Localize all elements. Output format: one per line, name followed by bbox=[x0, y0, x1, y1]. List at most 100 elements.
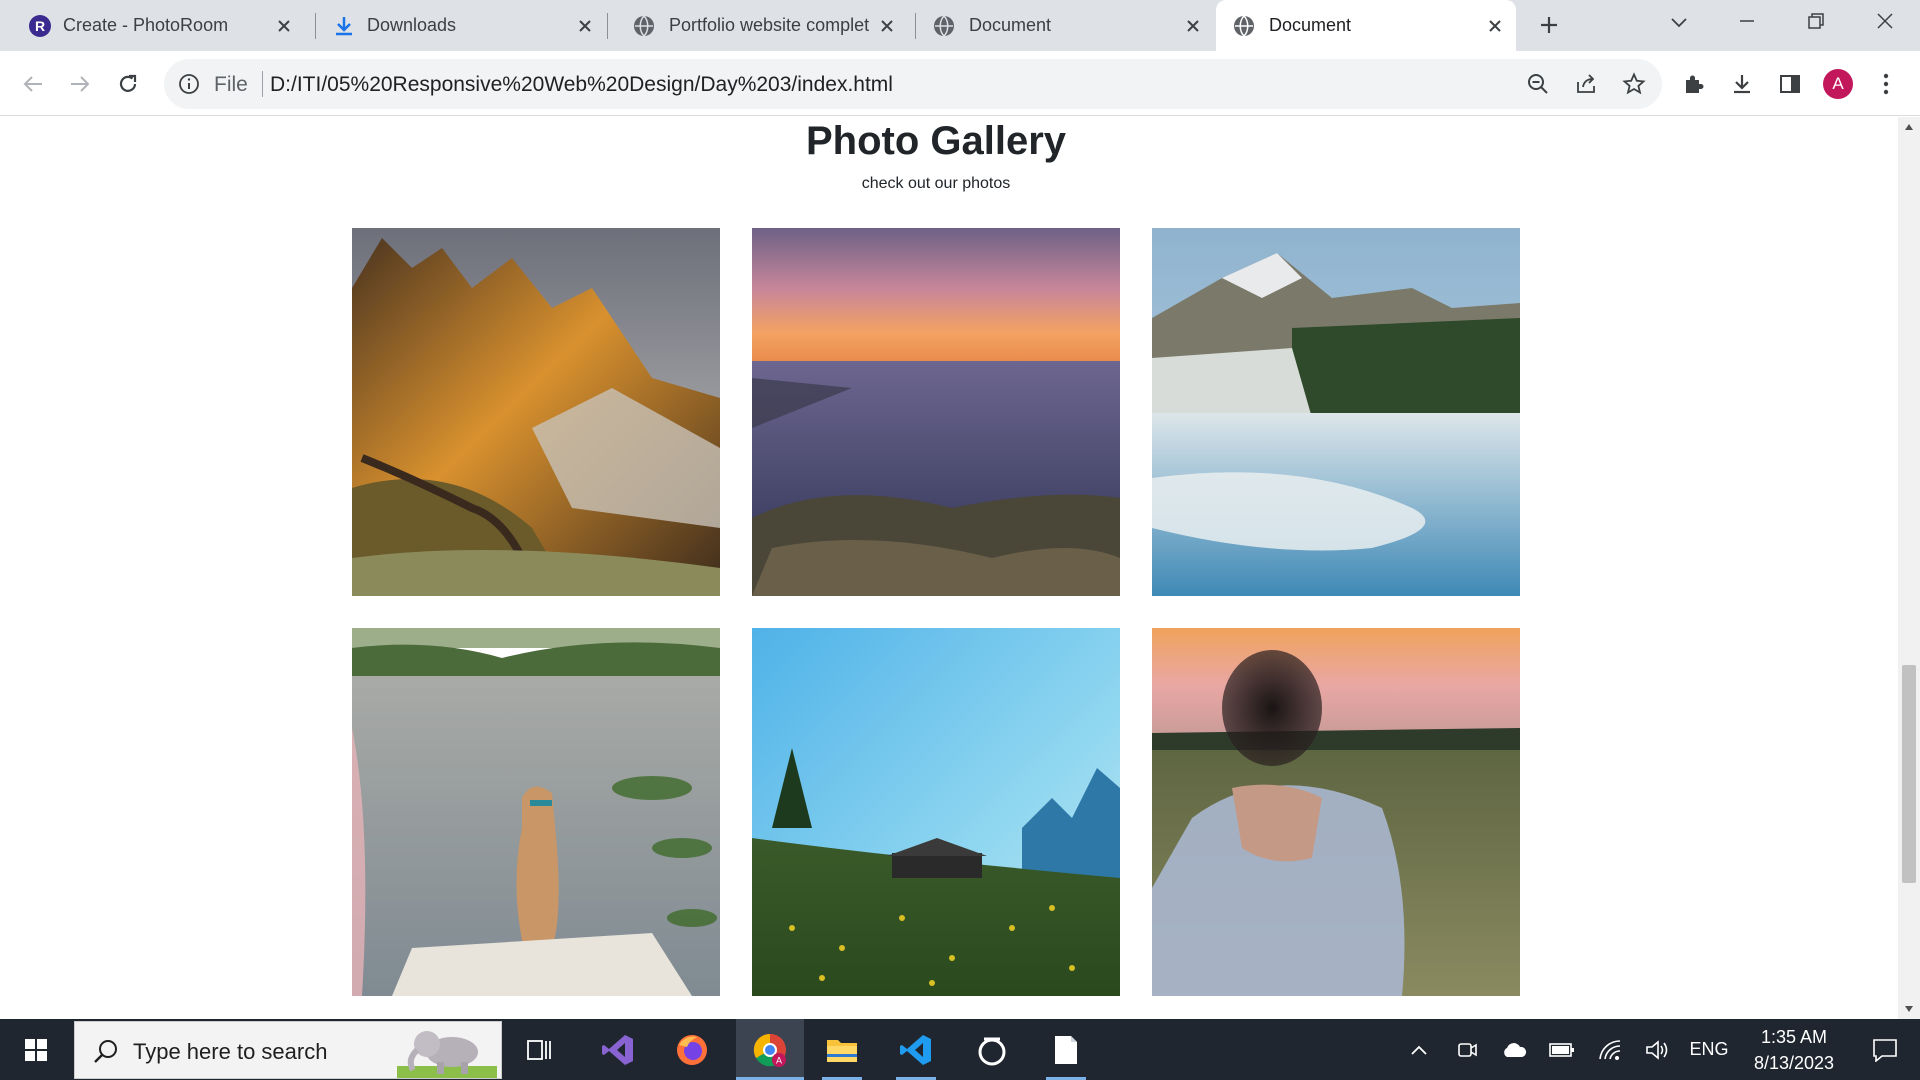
gallery-photo-5[interactable] bbox=[752, 628, 1120, 996]
clock[interactable]: 1:35 AM 8/13/2023 bbox=[1744, 1023, 1844, 1077]
vscode-icon bbox=[900, 1034, 931, 1065]
minimize-button[interactable] bbox=[1730, 4, 1764, 38]
tab-photoroom[interactable]: R Create - PhotoRoom bbox=[0, 0, 305, 51]
side-panel-button[interactable] bbox=[1773, 67, 1807, 101]
tab-portfolio[interactable]: Portfolio website complet bbox=[608, 0, 908, 51]
tab-search-button[interactable] bbox=[1662, 6, 1696, 40]
gallery-photo-6[interactable] bbox=[1152, 628, 1520, 996]
input-language-button[interactable]: ENG bbox=[1684, 1019, 1734, 1080]
info-icon[interactable] bbox=[178, 73, 200, 95]
tab-document[interactable]: Document bbox=[908, 0, 1214, 51]
gallery-photo-4[interactable] bbox=[352, 628, 720, 996]
gallery-photo-3[interactable] bbox=[1152, 228, 1520, 596]
gallery-photo-2[interactable] bbox=[752, 228, 1120, 596]
reload-icon bbox=[119, 74, 137, 92]
close-icon[interactable] bbox=[1484, 15, 1506, 37]
globe-icon bbox=[634, 14, 654, 37]
task-view-button[interactable] bbox=[516, 1019, 564, 1080]
back-button[interactable] bbox=[16, 67, 50, 101]
cloud-icon bbox=[1504, 1042, 1527, 1057]
arrow-right-icon bbox=[71, 76, 90, 92]
photoroom-icon: R bbox=[29, 14, 51, 37]
address-bar[interactable]: File D:/ITI/05%20Responsive%20Web%20Desi… bbox=[164, 59, 1662, 109]
svg-text:A: A bbox=[776, 1055, 782, 1065]
downloads-button[interactable] bbox=[1725, 67, 1759, 101]
search-placeholder: Type here to search bbox=[133, 1039, 328, 1064]
dog-lake-image bbox=[352, 628, 720, 996]
plus-icon bbox=[1541, 17, 1557, 33]
network-button[interactable] bbox=[1592, 1019, 1628, 1080]
tab-downloads[interactable]: Downloads bbox=[306, 0, 606, 51]
battery-icon bbox=[1549, 1042, 1574, 1057]
share-icon[interactable] bbox=[1574, 72, 1598, 96]
profile-button[interactable]: A bbox=[1821, 67, 1855, 101]
star-icon[interactable] bbox=[1622, 72, 1646, 96]
field-sunset-image bbox=[1152, 628, 1520, 996]
scroll-down-icon[interactable] bbox=[1904, 1005, 1914, 1013]
gallery-photo-1[interactable] bbox=[352, 228, 720, 596]
zoom-out-icon[interactable] bbox=[1526, 72, 1550, 96]
language-indicator: ENG bbox=[1689, 1039, 1729, 1059]
meadow-cabin-image bbox=[752, 628, 1120, 996]
extensions-button[interactable] bbox=[1677, 67, 1711, 101]
browser-toolbar: File D:/ITI/05%20Responsive%20Web%20Desi… bbox=[0, 51, 1920, 116]
omnibox-divider bbox=[262, 71, 263, 97]
new-tab-button[interactable] bbox=[1532, 8, 1566, 42]
restore-button[interactable] bbox=[1799, 4, 1833, 38]
close-icon[interactable] bbox=[1182, 15, 1204, 37]
chrome-icon: A bbox=[753, 1033, 786, 1067]
start-button[interactable] bbox=[0, 1019, 72, 1080]
clock-time: 1:35 AM bbox=[1760, 1027, 1828, 1047]
action-center-button[interactable] bbox=[1850, 1019, 1920, 1080]
snowy-lake-image bbox=[1152, 228, 1520, 596]
tab-title: Portfolio website complet bbox=[669, 15, 869, 35]
battery-button[interactable] bbox=[1544, 1019, 1580, 1080]
forward-button[interactable] bbox=[63, 67, 97, 101]
visual-studio-button[interactable] bbox=[588, 1019, 648, 1080]
scroll-thumb[interactable] bbox=[1902, 665, 1916, 883]
obs-icon bbox=[978, 1037, 1006, 1065]
tab-strip: R Create - PhotoRoom Downloads Portfolio… bbox=[0, 0, 1920, 51]
search-icon bbox=[94, 1040, 117, 1063]
page-scrollbar[interactable] bbox=[1898, 117, 1920, 1019]
side-panel-icon bbox=[1780, 75, 1800, 93]
volume-button[interactable] bbox=[1640, 1019, 1676, 1080]
obs-button[interactable] bbox=[962, 1019, 1022, 1080]
menu-button[interactable] bbox=[1869, 67, 1903, 101]
minimize-icon bbox=[1740, 20, 1754, 22]
more-vert-icon bbox=[1883, 73, 1889, 95]
search-highlight-elephant-icon bbox=[397, 1031, 497, 1078]
taskbar-search-box[interactable]: Type here to search bbox=[74, 1021, 502, 1079]
chrome-button[interactable]: A bbox=[736, 1019, 804, 1080]
firefox-button[interactable] bbox=[662, 1019, 722, 1080]
wifi-icon bbox=[1599, 1039, 1621, 1060]
page-title: Photo Gallery bbox=[805, 119, 1067, 163]
file-explorer-button[interactable] bbox=[812, 1019, 872, 1080]
meet-now-button[interactable] bbox=[1450, 1019, 1484, 1080]
tab-document-active[interactable]: Document bbox=[1216, 0, 1516, 51]
notepad-button[interactable] bbox=[1036, 1019, 1096, 1080]
onedrive-button[interactable] bbox=[1496, 1019, 1532, 1080]
arrow-left-icon bbox=[23, 76, 42, 92]
windows-icon bbox=[25, 1038, 47, 1061]
close-icon bbox=[1877, 13, 1893, 29]
folder-icon bbox=[827, 1039, 857, 1062]
tab-title: Document bbox=[1269, 15, 1352, 35]
puzzle-icon bbox=[1686, 75, 1704, 93]
download-icon bbox=[336, 16, 352, 35]
tab-title: Downloads bbox=[367, 15, 457, 35]
show-hidden-icons-button[interactable] bbox=[1402, 1019, 1436, 1080]
notepad-icon bbox=[1055, 1035, 1077, 1064]
url-text[interactable]: D:/ITI/05%20Responsive%20Web%20Design/Da… bbox=[270, 73, 893, 97]
scroll-up-icon[interactable] bbox=[1904, 123, 1914, 131]
vscode-button[interactable] bbox=[886, 1019, 946, 1080]
firefox-icon bbox=[677, 1034, 707, 1065]
speaker-icon bbox=[1646, 1039, 1668, 1060]
close-icon[interactable] bbox=[273, 15, 295, 37]
download-icon bbox=[1734, 75, 1750, 94]
close-icon[interactable] bbox=[876, 15, 898, 37]
reload-button[interactable] bbox=[111, 67, 145, 101]
close-icon[interactable] bbox=[574, 15, 596, 37]
close-window-button[interactable] bbox=[1868, 4, 1902, 38]
avatar: A bbox=[1823, 69, 1853, 99]
